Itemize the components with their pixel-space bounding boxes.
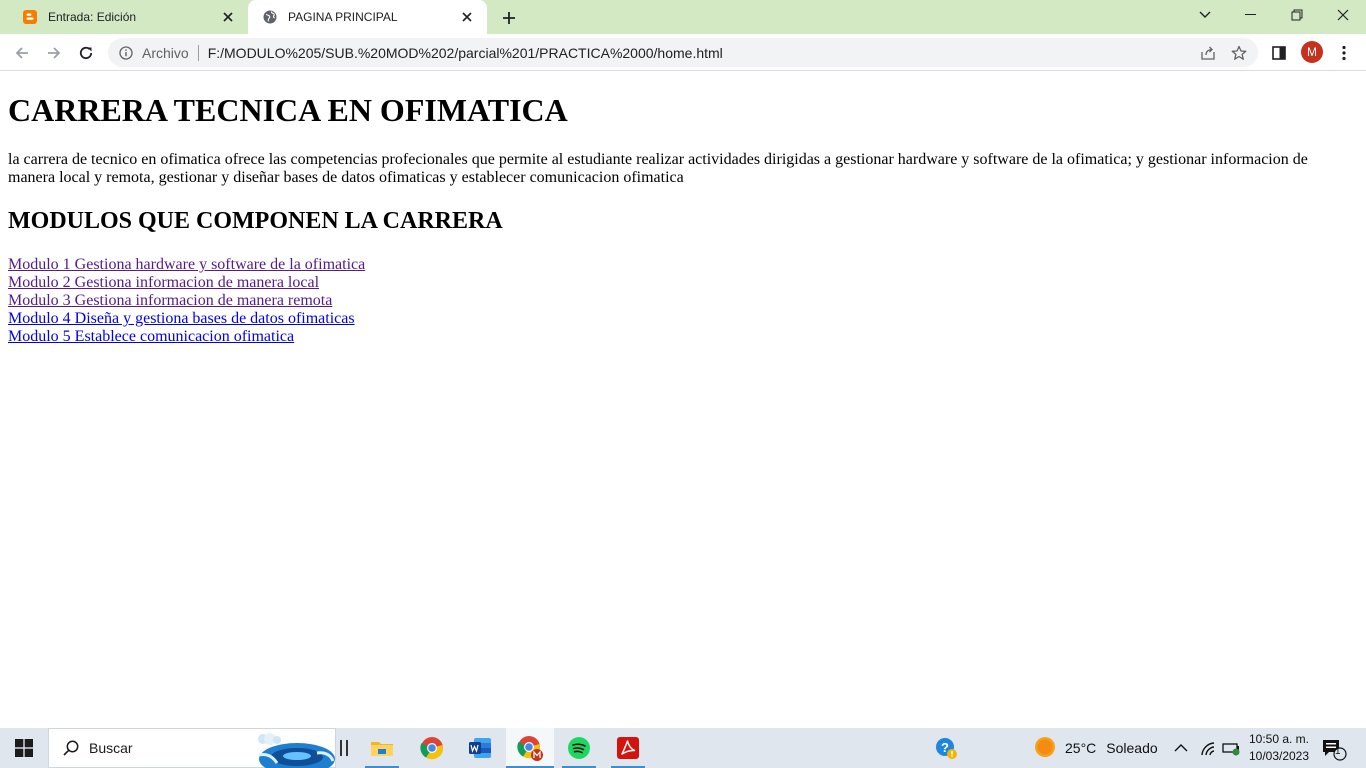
address-bar[interactable]: Archivo F:/MODULO%205/SUB.%20MOD%202/par… [108, 38, 1258, 67]
close-tab-icon[interactable] [220, 9, 236, 25]
module-link-5[interactable]: Modulo 5 Establece comunicacion ofimatic… [8, 328, 1358, 346]
chrome-profile-icon[interactable] [506, 728, 554, 768]
search-placeholder: Buscar [89, 740, 133, 756]
tab-title: Entrada: Edición [48, 10, 137, 24]
back-button[interactable] [8, 39, 36, 67]
side-panel-icon[interactable] [1268, 42, 1290, 64]
tab-entrada-edicion[interactable]: Entrada: Edición [8, 0, 248, 34]
page-title: CARRERA TECNICA EN OFIMATICA [8, 92, 568, 128]
battery-icon[interactable] [1222, 728, 1242, 768]
show-hidden-icons-icon[interactable] [1174, 728, 1188, 768]
windows-taskbar: Buscar ? 25°C Soleado 10:50 a. m. 10/03/… [0, 728, 1366, 768]
share-icon[interactable] [1199, 44, 1217, 62]
reload-button[interactable] [72, 39, 100, 67]
tab-title: PAGINA PRINCIPAL [288, 10, 398, 24]
restore-button[interactable] [1274, 0, 1320, 30]
new-tab-button[interactable] [497, 6, 521, 30]
spotify-icon[interactable] [555, 728, 603, 768]
notification-center-icon[interactable]: 1 [1320, 736, 1348, 762]
minimize-button[interactable] [1228, 0, 1274, 30]
help-icon[interactable]: ? [934, 728, 958, 768]
sun-icon [1034, 736, 1056, 761]
profile-avatar[interactable]: M [1301, 41, 1323, 63]
modules-heading: MODULOS QUE COMPONEN LA CARRERA [8, 208, 503, 234]
browser-toolbar: Archivo F:/MODULO%205/SUB.%20MOD%202/par… [0, 34, 1366, 71]
chrome-icon[interactable] [408, 728, 456, 768]
site-info-icon[interactable] [118, 45, 134, 61]
file-explorer-icon[interactable] [358, 728, 406, 768]
scheme-label: Archivo [142, 44, 189, 61]
module-link-4[interactable]: Modulo 4 Diseña y gestiona bases de dato… [8, 310, 1358, 328]
search-icon [61, 738, 81, 758]
forward-button[interactable] [40, 39, 68, 67]
close-tab-icon[interactable] [459, 9, 475, 25]
notification-count: 1 [1335, 746, 1341, 757]
omnibox-divider [197, 44, 199, 61]
blogger-icon [22, 9, 38, 25]
module-links: Modulo 1 Gestiona hardware y software de… [8, 256, 1358, 346]
task-view-icon[interactable] [340, 740, 348, 756]
tab-search-icon[interactable] [1182, 0, 1228, 30]
clock-time: 10:50 a. m. [1248, 732, 1310, 746]
clock-date: 10/03/2023 [1248, 749, 1310, 763]
module-link-2[interactable]: Modulo 2 Gestiona informacion de manera … [8, 274, 1358, 292]
taskbar-search-box[interactable]: Buscar [48, 728, 336, 768]
bookmark-star-icon[interactable] [1230, 44, 1248, 62]
url-text[interactable]: F:/MODULO%205/SUB.%20MOD%202/parcial%201… [208, 45, 723, 61]
close-window-button[interactable] [1320, 0, 1366, 30]
career-description: la carrera de tecnico en ofimatica ofrec… [8, 151, 1308, 186]
weather-temp: 25°C [1065, 740, 1097, 756]
word-icon[interactable] [456, 728, 504, 768]
module-link-3[interactable]: Modulo 3 Gestiona informacion de manera … [8, 292, 1358, 310]
start-button[interactable] [0, 728, 48, 768]
tab-pagina-principal[interactable]: PAGINA PRINCIPAL [248, 0, 487, 34]
search-highlight-icon [253, 733, 335, 768]
acrobat-icon[interactable] [604, 728, 652, 768]
web-page: CARRERA TECNICA EN OFIMATICA la carrera … [0, 71, 1366, 728]
tab-strip: Entrada: Edición PAGINA PRINCIPAL [0, 0, 1366, 34]
menu-kebab-icon[interactable] [1333, 42, 1355, 64]
windows-logo-icon [15, 739, 33, 757]
module-link-1[interactable]: Modulo 1 Gestiona hardware y software de… [8, 256, 1358, 274]
weather-condition: Soleado [1106, 740, 1158, 756]
globe-icon [262, 9, 278, 25]
weather-widget[interactable]: 25°C Soleado [1034, 728, 1158, 768]
wifi-icon[interactable] [1199, 728, 1217, 768]
system-clock[interactable]: 10:50 a. m. 10/03/2023 [1243, 731, 1315, 765]
